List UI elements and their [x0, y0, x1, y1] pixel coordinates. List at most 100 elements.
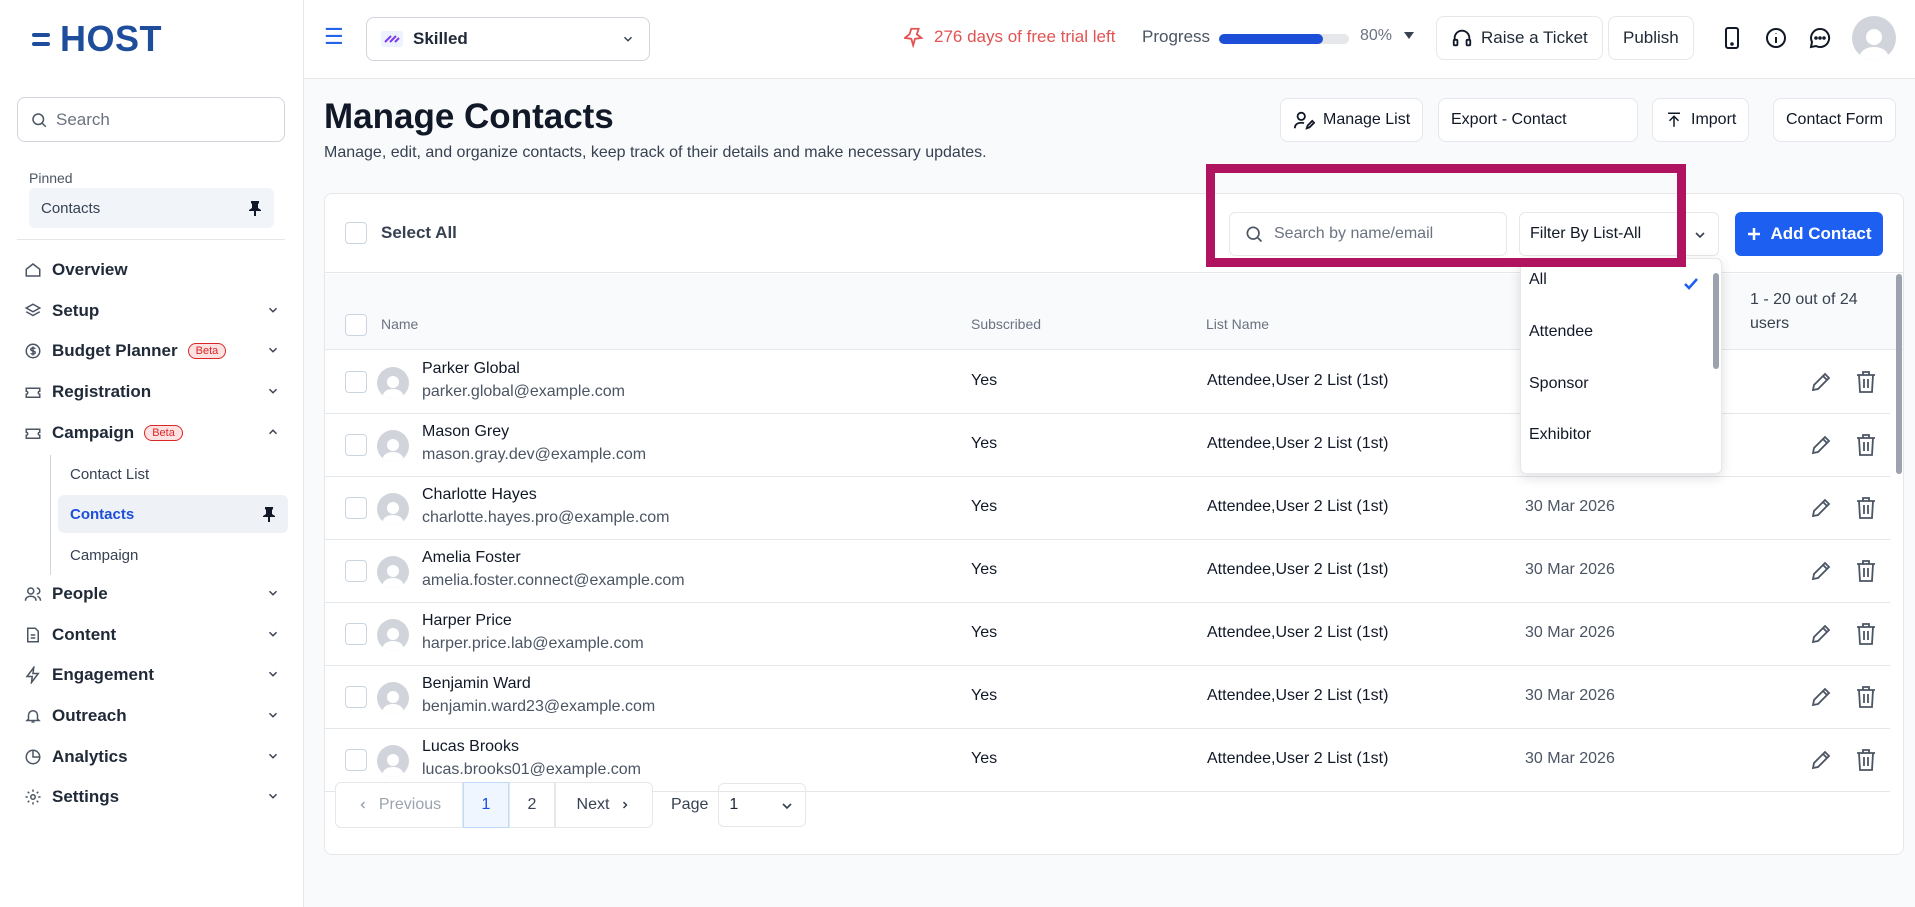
sidebar-subitem-campaign[interactable]: Campaign — [58, 536, 288, 574]
contact-email: charlotte.hayes.pro@example.com — [422, 509, 670, 526]
trash-icon[interactable] — [1855, 496, 1877, 520]
sidebar-item-outreach[interactable]: Outreach — [24, 698, 280, 734]
pinned-item-label: Contacts — [41, 199, 101, 217]
select-all[interactable]: Select All — [345, 222, 457, 244]
chevron-right-icon — [623, 801, 629, 809]
dropdown-option-label: Attendee — [1529, 323, 1594, 340]
header-checkbox[interactable] — [345, 314, 367, 336]
sidebar-item-analytics[interactable]: Analytics — [24, 739, 280, 775]
progress-value: 80% — [1360, 27, 1393, 44]
edit-icon[interactable] — [1809, 748, 1833, 772]
sidebar-subitem-contacts[interactable]: Contacts — [58, 495, 288, 533]
trash-icon[interactable] — [1855, 370, 1877, 394]
sidebar-item-engagement[interactable]: Engagement — [24, 657, 280, 693]
beta-badge: Beta — [187, 343, 227, 359]
sidebar-item-people[interactable]: People — [24, 576, 280, 612]
export-contact-button[interactable]: Export - Contact — [1438, 98, 1638, 142]
table-row[interactable]: Benjamin Ward benjamin.ward23@example.com… — [325, 666, 1890, 729]
event-select[interactable]: Skilled — [366, 17, 650, 61]
dropdown-option-sponsor[interactable]: Sponsor — [1529, 375, 1589, 393]
sidebar-item-budget-planner[interactable]: Budget Planner Beta — [24, 333, 280, 369]
sidebar-item-overview[interactable]: Overview — [24, 252, 280, 288]
import-button[interactable]: Import — [1652, 98, 1750, 142]
row-checkbox[interactable] — [345, 497, 367, 519]
table-row[interactable]: Amelia Foster amelia.foster.connect@examp… — [325, 540, 1890, 603]
row-checkbox[interactable] — [345, 623, 367, 645]
info-icon[interactable] — [1764, 26, 1788, 55]
page-1-button[interactable]: 1 — [463, 782, 509, 828]
table-row[interactable]: Harper Price harper.price.lab@example.com… — [325, 603, 1890, 666]
sidebar-search-input[interactable]: Search — [17, 97, 285, 142]
dropdown-scrollbar[interactable] — [1713, 273, 1719, 369]
edit-icon[interactable] — [1809, 559, 1833, 583]
row-checkbox[interactable] — [345, 560, 367, 582]
edit-icon[interactable] — [1809, 370, 1833, 394]
sidebar-item-label: Campaign — [52, 423, 135, 442]
raise-ticket-button[interactable]: Raise a Ticket — [1436, 16, 1603, 60]
chevron-down-icon — [268, 388, 278, 394]
dropdown-option-exhibitor[interactable]: Exhibitor — [1529, 426, 1591, 444]
page-2-button[interactable]: 2 — [509, 782, 555, 828]
sidebar-item-content[interactable]: Content — [24, 617, 280, 653]
trash-icon[interactable] — [1855, 559, 1877, 583]
manage-list-button[interactable]: Manage List — [1280, 98, 1424, 142]
progress-bar — [1219, 34, 1349, 44]
chat-icon[interactable] — [1808, 26, 1832, 55]
mobile-icon[interactable] — [1724, 26, 1740, 55]
pinned-item-contacts[interactable]: Contacts — [29, 188, 274, 228]
trash-icon[interactable] — [1855, 622, 1877, 646]
row-checkbox[interactable] — [345, 686, 367, 708]
row-checkbox[interactable] — [345, 749, 367, 771]
edit-icon[interactable] — [1809, 685, 1833, 709]
highlight-box — [1206, 164, 1686, 267]
table-row[interactable]: Charlotte Hayes charlotte.hayes.pro@examp… — [325, 477, 1890, 540]
row-checkbox[interactable] — [345, 371, 367, 393]
edit-icon[interactable] — [1809, 433, 1833, 457]
dropdown-option-attendee[interactable]: Attendee — [1529, 323, 1593, 341]
trash-icon[interactable] — [1855, 685, 1877, 709]
next-button[interactable]: Next — [555, 782, 653, 828]
trash-icon[interactable] — [1855, 748, 1877, 772]
add-contact-button[interactable]: Add Contact — [1735, 212, 1883, 256]
pin-icon[interactable] — [262, 506, 276, 522]
page-select-value: 1 — [729, 796, 739, 813]
contact-date: 30 Mar 2026 — [1525, 750, 1615, 767]
sidebar-item-campaign[interactable]: Campaign Beta — [24, 415, 280, 451]
contact-name: Mason Grey — [422, 423, 510, 440]
publish-button[interactable]: Publish — [1608, 16, 1694, 60]
sidebar-item-setup[interactable]: Setup — [24, 293, 280, 329]
sidebar-item-registration[interactable]: Registration — [24, 374, 280, 410]
contact-name: Parker Global — [422, 360, 520, 377]
sidebar-subitem-contact-list[interactable]: Contact List — [58, 455, 288, 493]
contact-subscribed: Yes — [971, 435, 998, 452]
user-edit-icon — [1293, 111, 1315, 130]
dropdown-option-all[interactable]: All — [1529, 271, 1547, 289]
avatar — [377, 556, 409, 588]
page-subtitle: Manage, edit, and organize contacts, kee… — [324, 144, 987, 161]
export-contact-label: Export - Contact — [1451, 111, 1567, 128]
logo[interactable]: HOST — [32, 18, 162, 60]
pin-icon[interactable] — [248, 200, 262, 216]
next-label: Next — [576, 796, 610, 813]
table-scrollbar[interactable] — [1896, 274, 1902, 474]
user-avatar[interactable] — [1852, 16, 1896, 60]
select-all-checkbox[interactable] — [345, 222, 367, 244]
event-select-value: Skilled — [413, 29, 468, 48]
sidebar-item-label: Content — [52, 625, 117, 644]
user-icon — [1859, 29, 1889, 60]
user-count: 1 - 20 out of 24 users — [1750, 291, 1858, 332]
trash-icon[interactable] — [1855, 433, 1877, 457]
sidebar-item-settings[interactable]: Settings — [24, 779, 280, 815]
edit-icon[interactable] — [1809, 622, 1833, 646]
row-checkbox[interactable] — [345, 434, 367, 456]
previous-button[interactable]: Previous — [335, 782, 463, 828]
sidebar-item-label: Analytics — [52, 747, 128, 766]
progress-value-toggle[interactable]: 80% — [1360, 27, 1415, 45]
page-select[interactable]: 1 — [718, 783, 807, 827]
hamburger-icon[interactable]: ☰ — [324, 24, 344, 50]
progress-label: Progress — [1142, 27, 1211, 46]
edit-icon[interactable] — [1809, 496, 1833, 520]
contact-form-button[interactable]: Contact Form — [1773, 98, 1896, 142]
contact-subscribed: Yes — [971, 498, 998, 515]
contact-email: lucas.brooks01@example.com — [422, 761, 642, 778]
